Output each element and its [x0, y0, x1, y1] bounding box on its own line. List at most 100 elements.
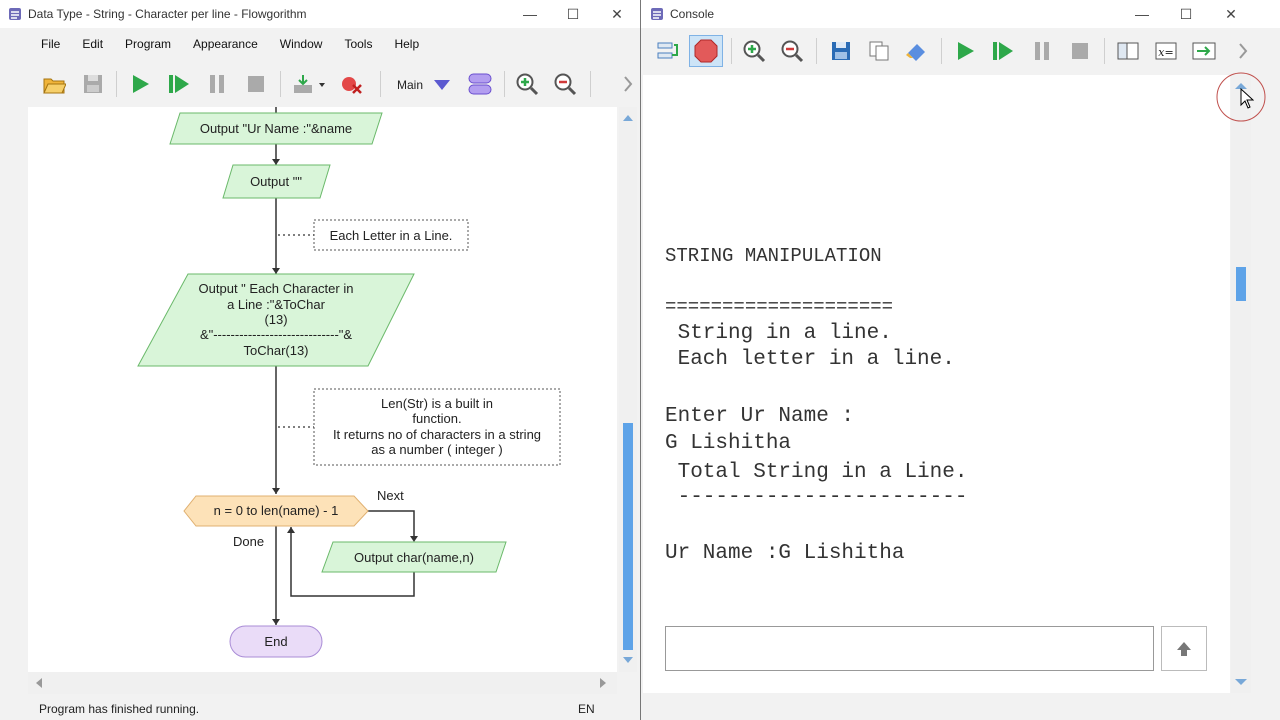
step-icon[interactable] — [165, 70, 193, 98]
arrowhead — [287, 527, 295, 533]
toolbar-overflow-icon[interactable] — [1233, 37, 1253, 65]
output-each-line-3: (13) — [264, 312, 287, 327]
stop-icon[interactable] — [1066, 37, 1094, 65]
step-icon[interactable] — [989, 37, 1017, 65]
end-text: End — [264, 634, 287, 649]
menu-edit[interactable]: Edit — [71, 32, 114, 56]
open-folder-icon[interactable] — [40, 70, 68, 98]
menu-appearance[interactable]: Appearance — [182, 32, 269, 56]
console-output[interactable]: STRING MANIPULATION ====================… — [643, 75, 1230, 693]
loop-next-line — [366, 510, 415, 539]
function-manager-icon[interactable] — [466, 70, 494, 98]
zoom-in-icon[interactable] — [740, 37, 768, 65]
run-icon[interactable] — [951, 37, 979, 65]
mouse-cursor-icon — [1240, 88, 1254, 109]
comment2-line-1: Len(Str) is a built in — [381, 396, 493, 411]
console-line: STRING MANIPULATION — [665, 245, 882, 267]
submit-button[interactable] — [1161, 626, 1207, 671]
app-icon — [9, 8, 21, 20]
scroll-up-icon — [623, 115, 633, 121]
stop-icon[interactable] — [242, 70, 270, 98]
toolbar: Main — [0, 70, 640, 102]
comment2-line-4: as a number ( integer ) — [371, 442, 503, 457]
chevron-down-icon[interactable] — [428, 70, 456, 98]
zoom-out-icon[interactable] — [551, 70, 579, 98]
stop-sign-icon[interactable] — [692, 37, 720, 65]
scroll-thumb — [623, 423, 633, 650]
menu-file[interactable]: File — [30, 32, 71, 56]
breakpoint-dropdown-icon[interactable] — [290, 70, 328, 98]
menu-help[interactable]: Help — [383, 32, 430, 56]
menu-window[interactable]: Window — [269, 32, 334, 56]
console-minimize-button[interactable]: — — [1120, 0, 1164, 28]
language-indicator: EN — [578, 702, 595, 716]
console-toolbar: x= — [641, 35, 1280, 69]
flowgorithm-window: Data Type - String - Character per line … — [0, 0, 640, 720]
output-each-line-4: &"-----------------------------"& — [200, 327, 352, 342]
output-empty-text: Output "" — [250, 174, 302, 189]
loop-done-label: Done — [233, 534, 264, 549]
scroll-thumb — [1236, 267, 1246, 301]
vertical-scrollbar[interactable] — [619, 107, 637, 672]
loop-text: n = 0 to len(name) - 1 — [214, 503, 339, 518]
comment2-line-2: function. — [412, 411, 461, 426]
horizontal-scrollbar[interactable] — [28, 672, 617, 694]
zoom-in-icon[interactable] — [513, 70, 541, 98]
flowchart-canvas[interactable]: Output "Ur Name :"&name Output "" Each L… — [28, 107, 617, 672]
arrow-up-icon — [1177, 641, 1191, 656]
save-icon[interactable] — [827, 37, 855, 65]
comment1-text: Each Letter in a Line. — [330, 228, 453, 243]
close-button[interactable]: ✕ — [595, 0, 639, 28]
console-line: ----------------------- — [665, 486, 968, 509]
svg-text:x=: x= — [1158, 46, 1173, 59]
scroll-down-icon — [623, 657, 633, 663]
pause-icon[interactable] — [203, 70, 231, 98]
scroll-right-icon — [600, 678, 606, 688]
output-name-text: Output "Ur Name :"&name — [200, 121, 352, 136]
toolbar-overflow-icon[interactable] — [618, 70, 638, 98]
wrap-icon[interactable] — [653, 37, 681, 65]
window-title: Data Type - String - Character per line … — [28, 7, 307, 21]
eraser-icon[interactable] — [903, 37, 931, 65]
console-window: Console — ☐ ✕ x= STRING MANIPULATION ===… — [640, 0, 1280, 720]
arrowhead — [272, 488, 280, 494]
console-maximize-button[interactable]: ☐ — [1164, 0, 1208, 28]
pause-icon[interactable] — [1028, 37, 1056, 65]
run-icon[interactable] — [126, 70, 154, 98]
zoom-out-icon[interactable] — [778, 37, 806, 65]
app-icon — [651, 8, 663, 20]
status-text: Program has finished running. — [39, 702, 200, 716]
console-line: Ur Name :G Lishitha — [665, 542, 905, 565]
maximize-button[interactable]: ☐ — [551, 0, 595, 28]
output-each-line-2: a Line :"&ToChar — [227, 297, 326, 312]
console-line: ==================== — [665, 296, 894, 318]
save-icon[interactable] — [79, 70, 107, 98]
menu-tools[interactable]: Tools — [333, 32, 383, 56]
output-char-text: Output char(name,n) — [354, 550, 474, 565]
clear-breakpoints-icon[interactable] — [337, 70, 365, 98]
copy-icon[interactable] — [865, 37, 893, 65]
minimize-button[interactable]: — — [508, 0, 552, 28]
status-bar: Program has finished running. EN — [0, 696, 640, 720]
console-line: G Lishitha — [665, 432, 792, 455]
menu-bar: File Edit Program Appearance Window Tool… — [30, 32, 430, 56]
arrowhead — [272, 268, 280, 274]
output-each-line-5: ToChar(13) — [243, 343, 308, 358]
output-panel-icon[interactable] — [1190, 37, 1218, 65]
console-input[interactable] — [665, 626, 1154, 671]
scroll-down-icon — [1235, 679, 1247, 685]
layout-icon[interactable] — [1114, 37, 1142, 65]
function-select[interactable]: Main — [397, 78, 423, 92]
scroll-left-icon — [36, 678, 42, 688]
console-close-button[interactable]: ✕ — [1209, 0, 1253, 28]
arrowhead — [272, 619, 280, 625]
loop-next-label: Next — [377, 488, 404, 503]
console-vertical-scrollbar[interactable] — [1231, 75, 1251, 693]
console-line: String in a line. — [665, 322, 892, 345]
variables-icon[interactable]: x= — [1152, 37, 1180, 65]
arrowhead — [410, 536, 418, 542]
menu-program[interactable]: Program — [114, 32, 182, 56]
arrowhead — [272, 159, 280, 165]
console-title: Console — [670, 7, 715, 21]
output-each-line-1: Output " Each Character in — [199, 281, 354, 296]
